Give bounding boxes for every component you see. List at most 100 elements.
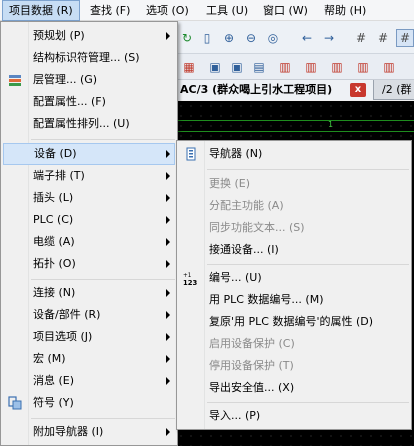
menu-separator xyxy=(31,279,175,280)
menu-item-topology[interactable]: 拓扑 (O) xyxy=(3,253,175,275)
zoom-window-icon[interactable]: ▯ xyxy=(198,29,216,47)
submenu-item-label: 导出安全值... (X) xyxy=(209,381,295,394)
grid-active-icon[interactable]: # xyxy=(396,29,414,47)
plug-tool-icon[interactable]: ▤ xyxy=(250,58,268,76)
menu-item-macro[interactable]: 宏 (M) xyxy=(3,348,175,370)
submenu-arrow-icon xyxy=(166,311,170,319)
layer-icon xyxy=(9,75,21,86)
submenu-arrow-icon xyxy=(166,172,170,180)
document-tab-active[interactable]: AC/3 (群众喝上引水工程项目) xyxy=(176,80,374,100)
angle-tool-icon[interactable]: ▥ xyxy=(302,58,320,76)
submenu-arrow-icon xyxy=(166,216,170,224)
submenu-item-assign-main-function[interactable]: 分配主功能 (A) xyxy=(179,195,409,217)
grid-snap-icon[interactable]: # xyxy=(374,29,392,47)
junction-tool-icon[interactable]: ▥ xyxy=(328,58,346,76)
menu-item-label: 拓扑 (O) xyxy=(33,257,76,270)
menu-item-label: 符号 (Y) xyxy=(33,396,74,409)
project-data-menu: 预规划 (P) 结构标识符管理... (S) 层管理... (G) 配置属性..… xyxy=(0,21,178,446)
menu-separator xyxy=(207,169,409,170)
menu-item-preplanning[interactable]: 预规划 (P) xyxy=(3,25,175,47)
menu-separator xyxy=(207,402,409,403)
submenu-arrow-icon xyxy=(166,355,170,363)
menu-item-additional-navigators[interactable]: 附加导航器 (I) xyxy=(3,421,175,443)
device-tool-icon[interactable]: ▣ xyxy=(206,58,224,76)
menu-item-device-parts[interactable]: 设备/部件 (R) xyxy=(3,304,175,326)
submenu-item-label: 分配主功能 (A) xyxy=(209,199,284,212)
submenu-item-number-with-plc-data[interactable]: 用 PLC 数据编号... (M) xyxy=(179,289,409,311)
submenu-item-export-safety-values[interactable]: 导出安全值... (X) xyxy=(179,377,409,399)
menu-item-config-property-arrangement[interactable]: 配置属性排列... (U) xyxy=(3,113,175,135)
zoom-in-icon[interactable]: ⊕ xyxy=(220,29,238,47)
submenu-arrow-icon xyxy=(166,260,170,268)
break-tool-icon[interactable]: ▥ xyxy=(354,58,372,76)
close-tab-button[interactable]: x xyxy=(350,83,366,97)
menu-item-cable[interactable]: 电缆 (A) xyxy=(3,231,175,253)
menu-item-terminal-strip[interactable]: 端子排 (T) xyxy=(3,165,175,187)
terminal-tool-icon[interactable]: ▣ xyxy=(228,58,246,76)
menu-window[interactable]: 窗口 (W) xyxy=(257,0,314,21)
menu-item-label: 层管理... (G) xyxy=(33,73,98,86)
menu-item-plc[interactable]: PLC (C) xyxy=(3,209,175,231)
zoom-100-icon[interactable]: ◎ xyxy=(264,29,282,47)
menu-find[interactable]: 查找 (F) xyxy=(84,0,136,21)
zoom-out-icon[interactable]: ⊖ xyxy=(242,29,260,47)
menu-item-config-properties[interactable]: 配置属性... (F) xyxy=(3,91,175,113)
submenu-item-label: 复原'用 PLC 数据编号'的属性 (D) xyxy=(209,315,374,328)
menu-item-label: 端子排 (T) xyxy=(33,169,85,182)
submenu-item-label: 导航器 (N) xyxy=(209,147,263,160)
menu-tools[interactable]: 工具 (U) xyxy=(200,0,254,21)
forward-arrow-icon[interactable]: → xyxy=(320,29,338,47)
menu-project-data[interactable]: 项目数据 (R) xyxy=(2,0,80,21)
menu-item-connection[interactable]: 连接 (N) xyxy=(3,282,175,304)
submenu-arrow-icon xyxy=(166,428,170,436)
symbol-tool-icon[interactable]: ▦ xyxy=(180,58,198,76)
menu-item-label: 电缆 (A) xyxy=(33,235,75,248)
submenu-item-label: 更换 (E) xyxy=(209,177,251,190)
submenu-item-label: 编号... (U) xyxy=(209,271,262,284)
menu-item-plug[interactable]: 插头 (L) xyxy=(3,187,175,209)
refresh-icon[interactable]: ↻ xyxy=(178,29,196,47)
menu-separator xyxy=(207,264,409,265)
interrupt-tool-icon[interactable]: ▥ xyxy=(380,58,398,76)
menu-item-label: 项目选项 (J) xyxy=(33,330,93,343)
menu-options[interactable]: 选项 (O) xyxy=(140,0,195,21)
submenu-item-label: 启用设备保护 (C) xyxy=(209,337,295,350)
menu-item-label: 设备 (D) xyxy=(34,147,77,160)
submenu-item-label: 停用设备保护 (T) xyxy=(209,359,294,372)
submenu-arrow-icon xyxy=(166,333,170,341)
menu-item-label: PLC (C) xyxy=(33,213,74,226)
menu-item-layer-management[interactable]: 层管理... (G) xyxy=(3,69,175,91)
submenu-item-label: 用 PLC 数据编号... (M) xyxy=(209,293,324,306)
submenu-item-connect-device[interactable]: 接通设备... (I) xyxy=(179,239,409,261)
submenu-item-import[interactable]: 导入... (P) xyxy=(179,405,409,427)
menu-item-label: 宏 (M) xyxy=(33,352,66,365)
menu-item-label: 附加导航器 (I) xyxy=(33,425,104,438)
menu-item-structure-identifier[interactable]: 结构标识符管理... (S) xyxy=(3,47,175,69)
menu-help[interactable]: 帮助 (H) xyxy=(318,0,372,21)
connection-tool-icon[interactable]: ▥ xyxy=(276,58,294,76)
menu-item-project-options[interactable]: 项目选项 (J) xyxy=(3,326,175,348)
submenu-arrow-icon xyxy=(166,150,170,158)
submenu-item-replace[interactable]: 更换 (E) xyxy=(179,173,409,195)
submenu-item-label: 同步功能文本... (S) xyxy=(209,221,305,234)
document-tab-second[interactable]: /2 (群 xyxy=(382,80,412,100)
submenu-item-restore-plc-numbering[interactable]: 复原'用 PLC 数据编号'的属性 (D) xyxy=(179,311,409,333)
submenu-arrow-icon xyxy=(166,238,170,246)
svg-text:123: 123 xyxy=(183,279,198,286)
menu-item-label: 连接 (N) xyxy=(33,286,76,299)
menu-separator xyxy=(31,418,175,419)
menu-bar: 项目数据 (R) 查找 (F) 选项 (O) 工具 (U) 窗口 (W) 帮助 … xyxy=(0,0,414,21)
menu-item-messages[interactable]: 消息 (E) xyxy=(3,370,175,392)
submenu-item-enable-device-protection[interactable]: 启用设备保护 (C) xyxy=(179,333,409,355)
submenu-item-label: 接通设备... (I) xyxy=(209,243,279,256)
grid-icon[interactable]: # xyxy=(352,29,370,47)
submenu-item-navigator[interactable]: 导航器 (N) xyxy=(179,143,409,165)
menu-item-symbol[interactable]: 符号 (Y) xyxy=(3,392,175,414)
submenu-item-disable-device-protection[interactable]: 停用设备保护 (T) xyxy=(179,355,409,377)
toolbar-standard: ↻ ▯ ⊕ ⊖ ◎ ← → # # # xyxy=(176,21,414,54)
menu-item-devices[interactable]: 设备 (D) xyxy=(3,143,175,165)
back-arrow-icon[interactable]: ← xyxy=(298,29,316,47)
submenu-item-sync-function-text[interactable]: 同步功能文本... (S) xyxy=(179,217,409,239)
submenu-item-numbering[interactable]: +1 123 编号... (U) xyxy=(179,267,409,289)
document-tab-bar: AC/3 (群众喝上引水工程项目) x /2 (群 xyxy=(176,80,414,100)
